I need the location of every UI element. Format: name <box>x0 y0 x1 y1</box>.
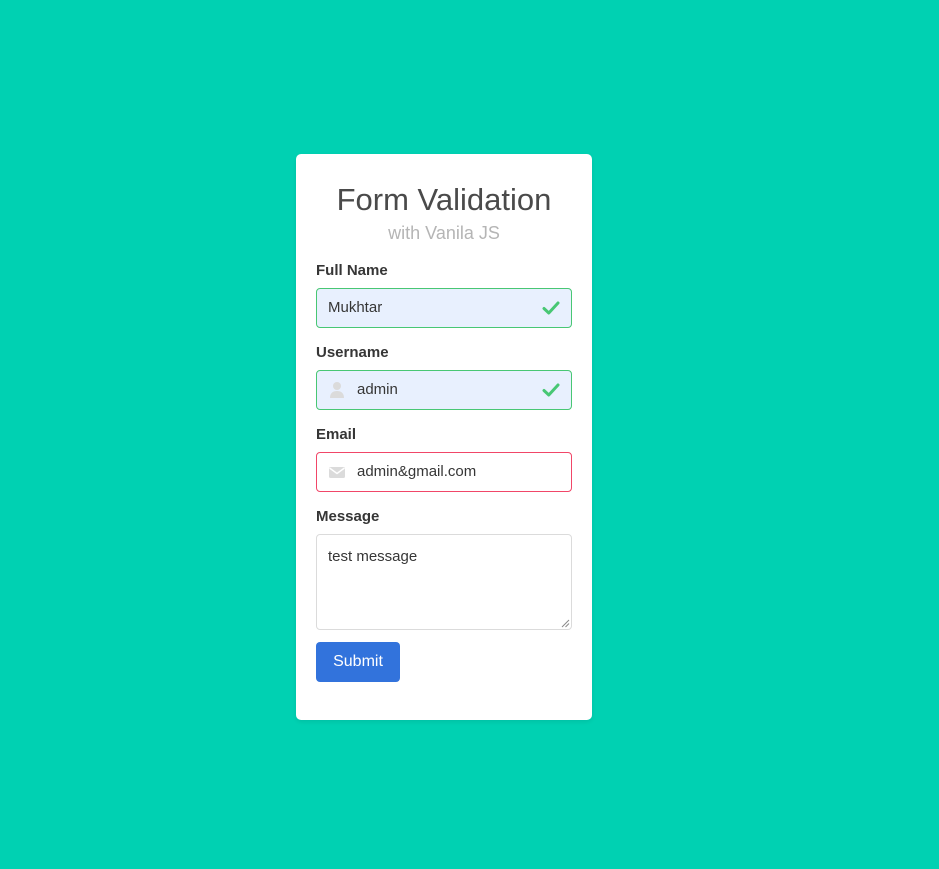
page-subtitle: with Vanila JS <box>388 223 500 243</box>
message-value: test message <box>328 548 418 565</box>
check-icon <box>542 383 560 397</box>
email-value: admin&gmail.com <box>357 463 477 480</box>
username-label: Username <box>316 344 389 361</box>
submit-button[interactable]: Submit <box>316 642 400 682</box>
envelope-icon <box>329 467 345 478</box>
full-name-field: Full Name Mukhtar <box>316 262 572 328</box>
message-label: Message <box>316 508 380 525</box>
full-name-label: Full Name <box>316 262 388 279</box>
full-name-value: Mukhtar <box>328 299 383 316</box>
email-label: Email <box>316 426 357 443</box>
email-field: Email admin&gmail.com <box>316 426 572 492</box>
resize-grip-icon[interactable] <box>561 619 570 628</box>
username-value: admin <box>357 381 398 398</box>
message-textarea[interactable]: test message <box>316 534 572 630</box>
email-input[interactable]: admin&gmail.com <box>316 452 572 492</box>
username-input[interactable]: admin <box>316 370 572 410</box>
page-title: Form Validation <box>336 182 552 217</box>
check-icon <box>542 301 560 315</box>
full-name-input[interactable]: Mukhtar <box>316 288 572 328</box>
user-icon <box>330 382 344 398</box>
username-field: Username admin <box>316 344 572 410</box>
form-card: Form Validation with Vanila JS Full Name… <box>296 154 592 720</box>
message-field: Message test message <box>316 508 572 630</box>
